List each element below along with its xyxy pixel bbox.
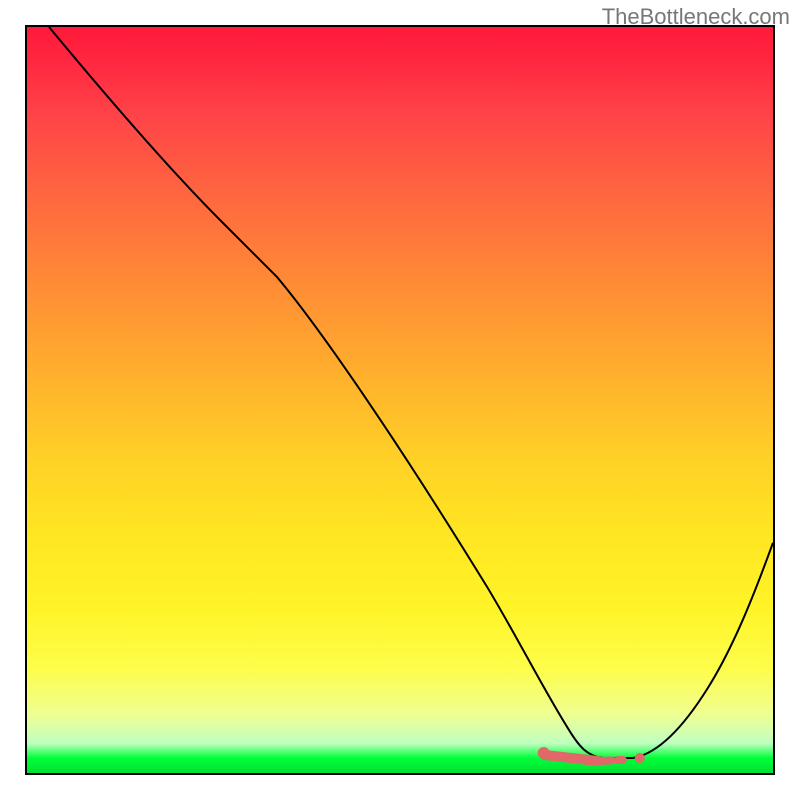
watermark-text: TheBottleneck.com [602, 4, 790, 30]
chart-svg [27, 27, 773, 773]
bottleneck-curve [49, 27, 773, 758]
plot-area [25, 25, 775, 775]
